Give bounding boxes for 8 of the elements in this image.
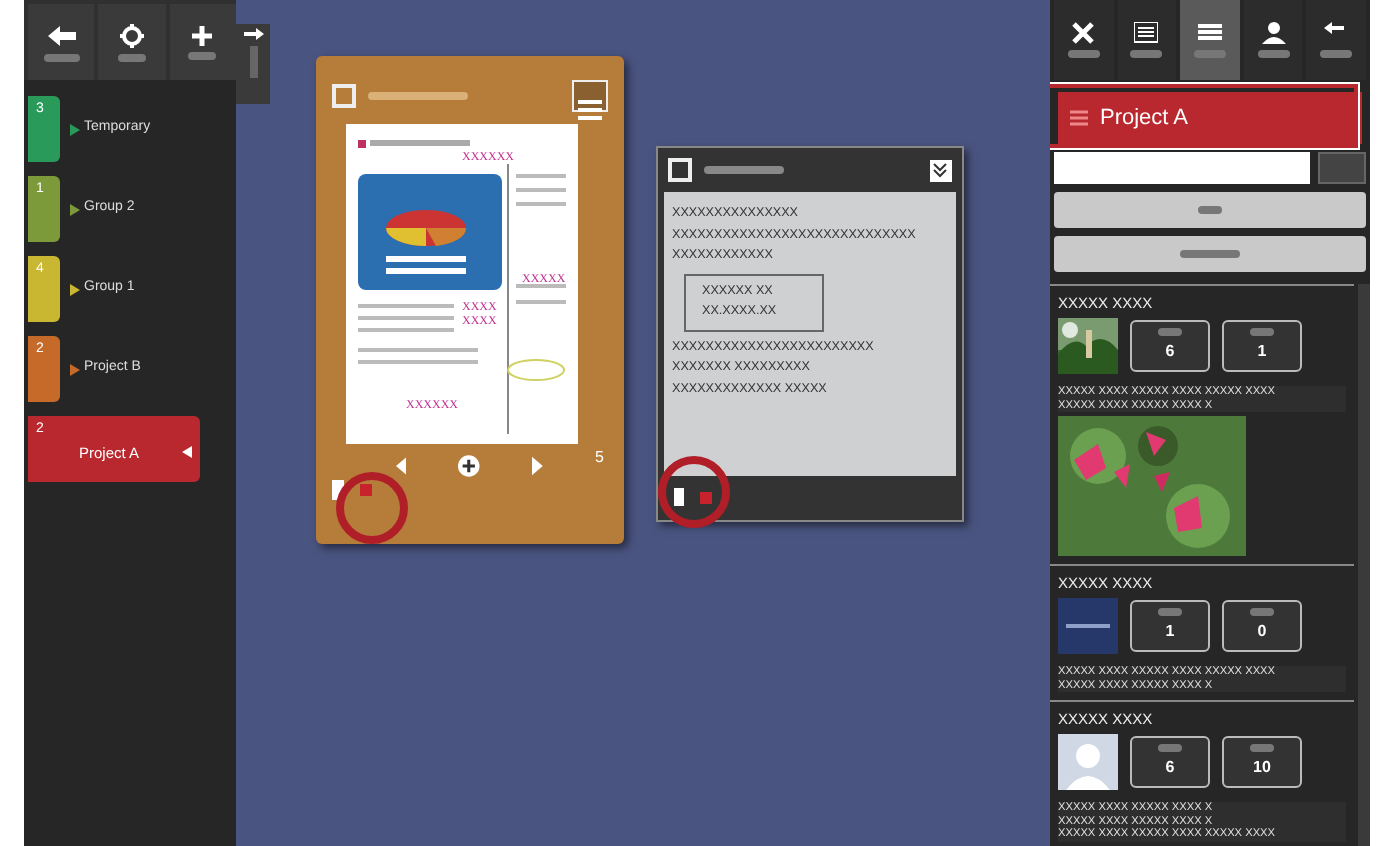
count-button[interactable]: 1 xyxy=(1222,320,1302,373)
count-button[interactable]: 1 xyxy=(1130,600,1210,653)
count-button[interactable]: 10 xyxy=(1222,736,1302,789)
count-button[interactable]: 6 xyxy=(1130,320,1210,373)
project-header[interactable]: Project A xyxy=(1058,92,1362,144)
count-button[interactable]: 6 xyxy=(1130,736,1210,789)
page-number: 5 xyxy=(595,446,604,470)
count-button[interactable]: 0 xyxy=(1222,600,1302,653)
